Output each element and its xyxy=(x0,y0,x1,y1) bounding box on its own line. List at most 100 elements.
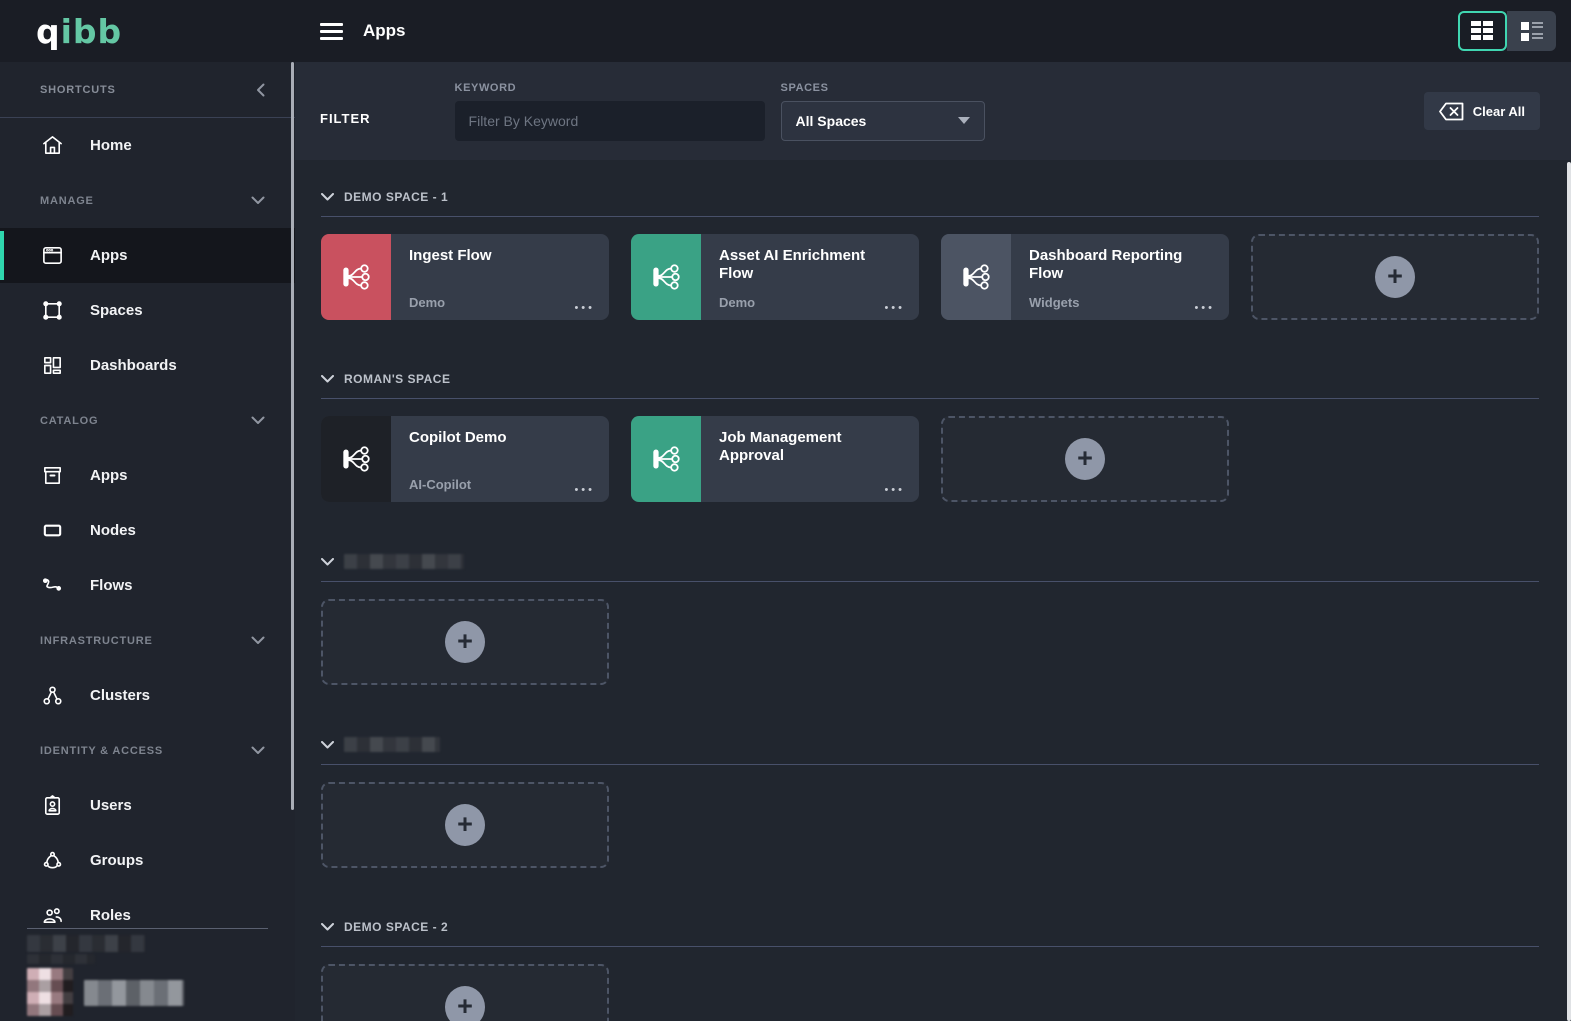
shortcuts-header[interactable]: SHORTCUTS xyxy=(0,62,295,118)
app-subtitle: AI-Copilot xyxy=(409,477,471,492)
plus-icon: + xyxy=(445,986,485,1021)
app-card-ingest-flow[interactable]: Ingest Flow Demo xyxy=(321,234,609,320)
section-header[interactable]: DEMO SPACE - 2 xyxy=(321,920,1539,934)
card-menu-button[interactable] xyxy=(574,484,595,496)
sidebar-item-clusters[interactable]: Clusters xyxy=(0,668,295,723)
card-row: Copilot Demo AI-Copilot Job Management A… xyxy=(321,416,1539,502)
add-app-button[interactable]: + xyxy=(321,964,609,1021)
sidebar-item-label: Apps xyxy=(90,467,128,484)
sidebar-item-users[interactable]: Users xyxy=(0,778,295,833)
main-area: Apps FILTER KEYWORD SPACES All Spaces xyxy=(295,0,1571,1021)
flow-icon xyxy=(631,416,701,502)
card-menu-button[interactable] xyxy=(884,302,905,314)
plus-icon: + xyxy=(445,621,485,663)
sidebar-item-label: Home xyxy=(90,137,132,154)
section-header[interactable] xyxy=(321,554,1539,569)
space-title: DEMO SPACE - 1 xyxy=(344,190,448,204)
clear-all-button[interactable]: Clear All xyxy=(1424,92,1540,130)
apps-window-icon xyxy=(40,244,64,268)
flow-icon xyxy=(941,234,1011,320)
section-header[interactable]: ROMAN'S SPACE xyxy=(321,372,1539,386)
app-card-asset-ai-enrichment-flow[interactable]: Asset AI Enrichment Flow Demo xyxy=(631,234,919,320)
space-section-demo-1: DEMO SPACE - 1 Ingest Flow Demo xyxy=(321,190,1539,320)
view-toggle-group xyxy=(1458,11,1556,51)
grid-view-button[interactable] xyxy=(1458,11,1507,51)
flows-icon xyxy=(40,574,64,598)
section-header[interactable] xyxy=(321,737,1539,752)
sidebar-header: qibb xyxy=(0,0,295,62)
topbar: Apps xyxy=(295,0,1571,62)
chevron-down-icon xyxy=(321,375,334,383)
chevron-down-icon xyxy=(321,741,334,749)
qibb-logo[interactable]: qibb xyxy=(36,12,122,51)
keyword-input[interactable] xyxy=(455,101,765,141)
plus-icon: + xyxy=(445,804,485,846)
sidebar-item-nodes[interactable]: Nodes xyxy=(0,503,295,558)
card-row: Ingest Flow Demo Asset AI Enrichment Flo… xyxy=(321,234,1539,320)
app-card-dashboard-reporting-flow[interactable]: Dashboard Reporting Flow Widgets xyxy=(941,234,1229,320)
nodes-icon xyxy=(40,519,64,543)
dashboards-icon xyxy=(40,354,64,378)
card-row: + xyxy=(321,599,1539,685)
main-scrollbar[interactable] xyxy=(1567,162,1571,1021)
add-app-button[interactable]: + xyxy=(941,416,1229,502)
sidebar-section-manage[interactable]: MANAGE xyxy=(0,173,295,228)
card-menu-button[interactable] xyxy=(1194,302,1215,314)
sidebar-item-spaces[interactable]: Spaces xyxy=(0,283,295,338)
card-menu-button[interactable] xyxy=(884,484,905,496)
flow-icon xyxy=(631,234,701,320)
section-label: CATALOG xyxy=(40,415,98,427)
sidebar-item-apps[interactable]: Apps xyxy=(0,228,295,283)
card-body: Asset AI Enrichment Flow Demo xyxy=(701,234,919,320)
sidebar-section-identity[interactable]: IDENTITY & ACCESS xyxy=(0,723,295,778)
list-view-button[interactable] xyxy=(1507,11,1556,51)
section-label: MANAGE xyxy=(40,195,94,207)
card-menu-button[interactable] xyxy=(574,302,595,314)
sidebar-item-catalog-apps[interactable]: Apps xyxy=(0,448,295,503)
app-title: Job Management Approval xyxy=(719,429,884,465)
card-body: Ingest Flow Demo xyxy=(391,234,609,320)
plus-icon: + xyxy=(1375,256,1415,298)
section-label: INFRASTRUCTURE xyxy=(40,635,153,647)
divider xyxy=(27,928,268,929)
archive-box-icon xyxy=(40,464,64,488)
card-body: Job Management Approval xyxy=(701,416,919,502)
add-app-button[interactable]: + xyxy=(321,599,609,685)
sidebar-item-label: Flows xyxy=(90,577,133,594)
menu-icon[interactable] xyxy=(320,23,343,40)
app-title: Copilot Demo xyxy=(409,429,574,447)
list-view-icon xyxy=(1521,21,1543,41)
groups-icon xyxy=(40,849,64,873)
redacted-text xyxy=(27,954,95,964)
chevron-down-icon xyxy=(251,636,265,645)
section-header[interactable]: DEMO SPACE - 1 xyxy=(321,190,1539,204)
sidebar-scrollbar[interactable] xyxy=(291,62,294,810)
spaces-field: SPACES All Spaces xyxy=(781,82,985,141)
app-title: Dashboard Reporting Flow xyxy=(1029,247,1194,283)
app-card-job-management-approval[interactable]: Job Management Approval xyxy=(631,416,919,502)
divider xyxy=(321,581,1539,582)
sidebar-item-flows[interactable]: Flows xyxy=(0,558,295,613)
sidebar-user-area[interactable] xyxy=(0,928,295,1021)
sidebar-section-catalog[interactable]: CATALOG xyxy=(0,393,295,448)
redacted-space-title xyxy=(344,554,464,569)
sidebar-item-home[interactable]: Home xyxy=(0,118,295,173)
roles-icon xyxy=(40,904,64,928)
redacted-username xyxy=(84,980,184,1006)
sidebar-item-label: Clusters xyxy=(90,687,150,704)
sidebar-section-infrastructure[interactable]: INFRASTRUCTURE xyxy=(0,613,295,668)
add-app-button[interactable]: + xyxy=(1251,234,1539,320)
avatar[interactable] xyxy=(27,968,73,1016)
sidebar-item-groups[interactable]: Groups xyxy=(0,833,295,888)
card-body: Dashboard Reporting Flow Widgets xyxy=(1011,234,1229,320)
spaces-dropdown[interactable]: All Spaces xyxy=(781,101,985,141)
sidebar-item-dashboards[interactable]: Dashboards xyxy=(0,338,295,393)
filter-bar: FILTER KEYWORD SPACES All Spaces Clear A… xyxy=(295,62,1571,160)
app-root: qibb SHORTCUTS Home MANAGE Apps xyxy=(0,0,1571,1021)
space-title: ROMAN'S SPACE xyxy=(344,372,450,386)
app-card-copilot-demo[interactable]: Copilot Demo AI-Copilot xyxy=(321,416,609,502)
space-section-romans-space: ROMAN'S SPACE Copilot Demo AI-Copilot xyxy=(321,372,1539,502)
add-app-button[interactable]: + xyxy=(321,782,609,868)
spaces-selected-value: All Spaces xyxy=(796,113,867,129)
section-label: IDENTITY & ACCESS xyxy=(40,745,163,757)
